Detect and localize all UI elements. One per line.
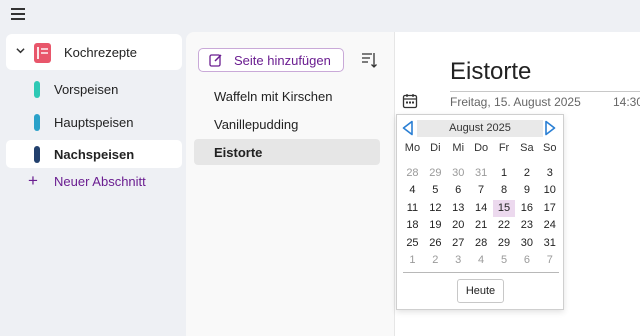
notebook-navigation: Kochrezepte Vorspeisen Hauptspeisen Nach… [0,32,186,336]
page-label: Vanillepudding [214,117,299,132]
section-label: Nachspeisen [54,147,135,162]
section-color-tab [34,114,40,131]
calendar-day-other-month[interactable]: 6 [515,252,538,269]
calendar-day[interactable]: 1 [493,165,516,182]
calendar-day-other-month[interactable]: 4 [470,252,493,269]
section-color-tab [34,146,40,163]
weekday-header: Mo Di Mi Do Fr Sa So [401,142,561,154]
notebook-label: Kochrezepte [64,45,137,60]
date-picker-popup: August 2025 Mo Di Mi Do Fr Sa So 28 29 30 3… [396,114,564,310]
calendar-day-selected[interactable]: 15 [492,199,516,218]
calendar-day[interactable]: 10 [538,182,561,199]
calendar-day[interactable]: 13 [447,200,470,217]
calendar-day[interactable]: 26 [424,235,447,252]
calendar-week-row: 11 12 13 14 15 16 17 [401,199,562,218]
calendar-week-row: 18 19 20 21 22 23 24 [401,217,562,234]
page-item-vanillepudding[interactable]: Vanillepudding [194,111,380,137]
calendar-day[interactable]: 28 [470,235,493,252]
edit-page-icon [209,54,222,67]
calendar-day[interactable]: 3 [538,165,561,182]
calendar-week-row: 4 5 6 7 8 9 10 [401,182,562,199]
calendar-day[interactable]: 22 [493,217,516,234]
section-item-nachspeisen[interactable]: Nachspeisen [6,140,182,168]
today-button[interactable]: Heute [457,279,504,303]
weekday-label: Mi [452,142,465,154]
calendar-day[interactable]: 8 [493,182,516,199]
notebook-icon [34,43,51,63]
calendar-week-row: 25 26 27 28 29 30 31 [401,235,562,252]
section-item-vorspeisen[interactable]: Vorspeisen [6,75,182,103]
calendar-day-grid: 28 29 30 31 1 2 3 4 5 6 7 8 9 10 11 12 13 14 15 16 17 18 19 20 2… [401,165,562,269]
calendar-day[interactable]: 30 [515,235,538,252]
calendar-day-other-month[interactable]: 28 [401,165,424,182]
section-label: Vorspeisen [54,82,119,97]
calendar-day[interactable]: 23 [515,217,538,234]
page-date[interactable]: Freitag, 15. August 2025 [450,95,581,109]
next-month-icon[interactable] [543,120,557,136]
calendar-day[interactable]: 18 [401,217,424,234]
calendar-week-row: 1234567 [401,252,562,269]
weekday-label: So [543,142,557,154]
calendar-day[interactable]: 16 [515,200,538,217]
notebook-item[interactable]: Kochrezepte [6,34,182,70]
weekday-label: Fr [498,142,510,154]
section-color-tab [34,81,40,98]
calendar-day[interactable]: 7 [470,182,493,199]
chevron-down-icon[interactable] [16,46,25,55]
calendar-day-other-month[interactable]: 31 [470,165,493,182]
calendar-day[interactable]: 6 [447,182,470,199]
plus-icon: + [28,171,38,190]
add-page-label: Seite hinzufügen [234,52,331,68]
weekday-label: Sa [520,142,534,154]
calendar-day[interactable]: 2 [515,165,538,182]
calendar-day[interactable]: 12 [424,200,447,217]
calendar-day[interactable]: 27 [447,235,470,252]
page-time[interactable]: 14:30 [613,95,640,109]
calendar-day[interactable]: 31 [538,235,561,252]
calendar-month-label: August 2025 [449,122,511,134]
title-underline [450,91,640,92]
calendar-day[interactable]: 4 [401,182,424,199]
page-label: Waffeln mit Kirschen [214,89,333,104]
calendar-day[interactable]: 9 [515,182,538,199]
calendar-day-other-month[interactable]: 30 [447,165,470,182]
title-bar [0,0,640,32]
calendar-day[interactable]: 20 [447,217,470,234]
page-title[interactable]: Eistorte [450,58,531,86]
add-page-button[interactable]: Seite hinzufügen [198,48,344,72]
page-list-pane: Seite hinzufügen Waffeln mit Kirschen Va… [186,32,394,336]
calendar-day-other-month[interactable]: 3 [447,252,470,269]
page-item-waffeln[interactable]: Waffeln mit Kirschen [194,83,380,109]
calendar-week-row: 28 29 30 31 1 2 3 [401,165,562,182]
calendar-day[interactable]: 21 [470,217,493,234]
calendar-header: August 2025 [397,119,565,137]
calendar-day-other-month[interactable]: 1 [401,252,424,269]
calendar-day-other-month[interactable]: 7 [538,252,561,269]
weekday-label: Di [430,142,441,154]
sort-icon[interactable] [361,51,377,69]
calendar-day[interactable]: 11 [401,200,424,217]
calendar-day-other-month[interactable]: 29 [424,165,447,182]
calendar-day[interactable]: 17 [538,200,561,217]
weekday-label: Do [474,142,489,154]
section-label: Hauptspeisen [54,115,134,130]
weekday-label: Mo [404,142,421,154]
calendar-day[interactable]: 29 [493,235,516,252]
add-section-label: Neuer Abschnitt [54,173,146,189]
calendar-icon[interactable] [402,93,418,109]
calendar-day[interactable]: 5 [424,182,447,199]
calendar-day[interactable]: 19 [424,217,447,234]
page-label: Eistorte [214,145,263,160]
calendar-divider [403,272,559,273]
calendar-day[interactable]: 24 [538,217,561,234]
calendar-day[interactable]: 25 [401,235,424,252]
calendar-day-other-month[interactable]: 5 [493,252,516,269]
calendar-day-other-month[interactable]: 2 [424,252,447,269]
calendar-day[interactable]: 14 [470,200,493,217]
previous-month-icon[interactable] [401,120,415,136]
section-item-hauptspeisen[interactable]: Hauptspeisen [6,108,182,136]
hamburger-menu-icon[interactable] [11,8,25,20]
add-section-button[interactable]: + Neuer Abschnitt [28,172,146,190]
page-item-eistorte[interactable]: Eistorte [194,139,380,165]
